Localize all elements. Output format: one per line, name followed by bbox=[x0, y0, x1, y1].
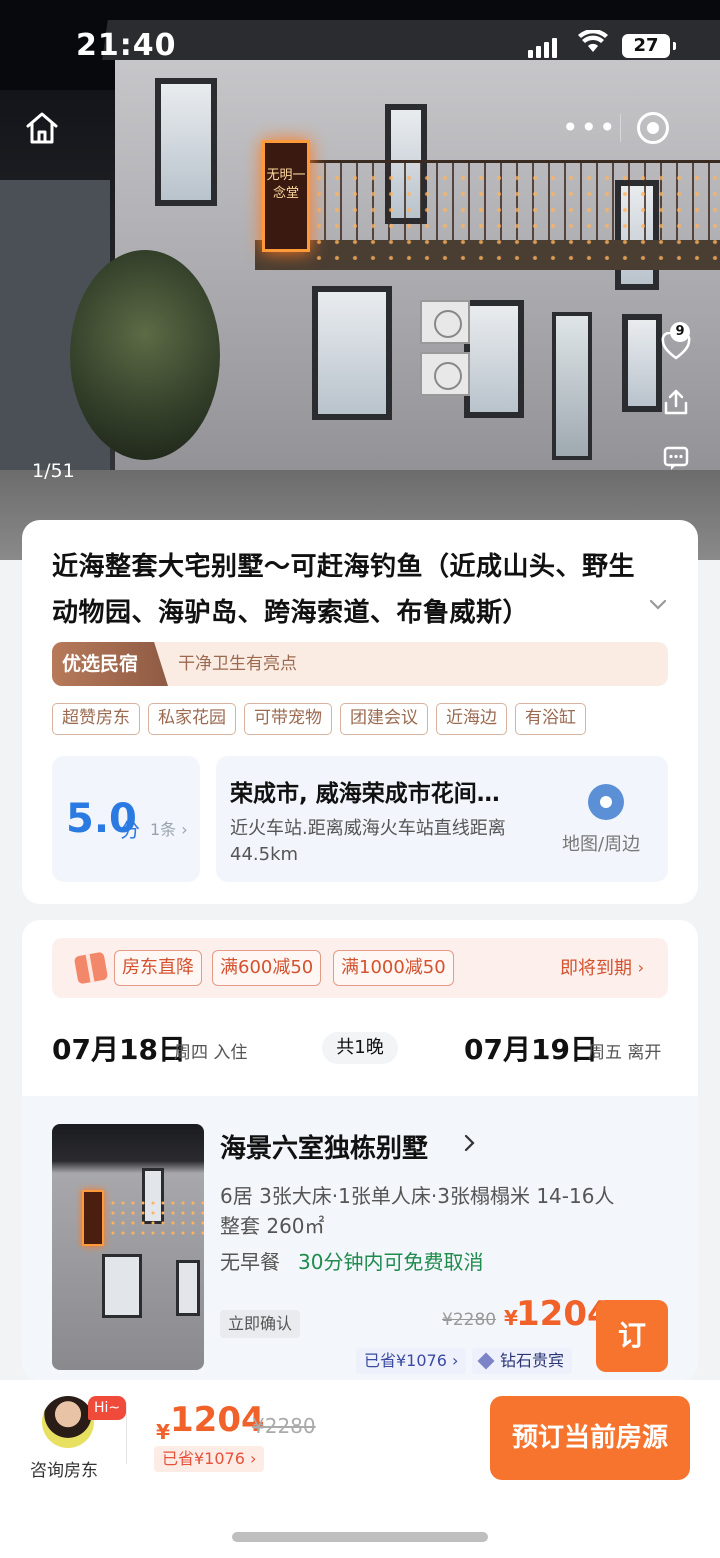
bottom-bar: Hi~ 咨询房东 ¥ 1204 ¥2280 已省¥1076 › 预订当前房源 bbox=[0, 1380, 720, 1558]
side-actions: 9 bbox=[656, 322, 700, 494]
room-spec: 6居 3张大床·1张单人床·3张榻榻米 14-16人 bbox=[220, 1184, 615, 1208]
instant-confirm-badge: 立即确认 bbox=[220, 1310, 301, 1338]
hi-badge: Hi~ bbox=[88, 1396, 127, 1420]
feature-tag: 可带宠物 bbox=[244, 703, 332, 735]
favorite-count: 9 bbox=[670, 322, 690, 342]
room-area: 整套 260㎡ bbox=[220, 1214, 325, 1238]
preferred-badge: 优选民宿 bbox=[52, 642, 168, 686]
chat-icon bbox=[663, 446, 689, 470]
signal-icon bbox=[528, 38, 557, 58]
home-button[interactable] bbox=[22, 108, 62, 148]
map-pin-icon bbox=[588, 784, 624, 820]
photo-ac-unit bbox=[420, 352, 470, 396]
location-box[interactable]: 荣成市, 威海荣成市花间… 近火车站.距离威海火车站直线距离44.5km 地图/… bbox=[216, 756, 668, 882]
room-original-price: ¥2280 bbox=[442, 1310, 497, 1330]
share-icon bbox=[664, 389, 688, 415]
status-bar: 21:40 27 bbox=[0, 0, 720, 96]
chevron-right-icon bbox=[464, 1134, 475, 1152]
photo-door bbox=[552, 312, 592, 460]
photo-window bbox=[102, 1254, 142, 1318]
checkout-date[interactable]: 07月19日 bbox=[464, 1028, 598, 1068]
share-button[interactable] bbox=[656, 382, 696, 422]
host-avatar[interactable] bbox=[42, 1396, 94, 1448]
message-button[interactable] bbox=[656, 438, 696, 478]
address-text: 荣成市, 威海荣成市花间… bbox=[230, 781, 500, 807]
listing-title[interactable]: 近海整套大宅别墅～可赶海钓鱼（近成山头、野生动物园、海驴岛、跨海索道、布鲁威斯） bbox=[52, 544, 642, 636]
photo-window bbox=[176, 1260, 200, 1316]
photo-window bbox=[155, 78, 217, 206]
total-price: 1204 bbox=[170, 1400, 265, 1440]
rating-unit: 分 bbox=[120, 818, 140, 842]
capsule-divider bbox=[620, 114, 621, 142]
photo-tree bbox=[70, 250, 220, 460]
favorite-button[interactable]: 9 bbox=[656, 322, 696, 366]
room-item[interactable]: 海景六室独栋别墅 6居 3张大床·1张单人床·3张榻榻米 14-16人 整套 2… bbox=[22, 1096, 698, 1380]
booking-card: 房东直降 满600减50 满1000减50 即将到期 › 07月18日 周四 入… bbox=[22, 920, 698, 1380]
feature-tag: 近海边 bbox=[436, 703, 507, 735]
rating-box[interactable]: 5.0 分 1条 › bbox=[52, 756, 200, 882]
photo-string-lights bbox=[310, 170, 720, 260]
home-indicator[interactable] bbox=[232, 1532, 488, 1542]
diamond-vip-badge: 钻石贵宾 bbox=[472, 1348, 573, 1374]
date-selector[interactable]: 07月18日 周四 入住 共1晚 07月19日 周五 离开 bbox=[52, 1028, 668, 1068]
more-button[interactable]: ••• bbox=[562, 114, 616, 142]
promo-expire[interactable]: 即将到期 bbox=[560, 954, 632, 980]
room-book-button[interactable]: 订 bbox=[596, 1300, 668, 1372]
promo-tag: 满1000减50 bbox=[333, 950, 454, 986]
room-saved-badge[interactable]: 已省¥1076 › bbox=[356, 1348, 467, 1374]
total-currency: ¥ bbox=[156, 1420, 170, 1444]
photo-sign-text: 无明一念堂 bbox=[266, 168, 306, 201]
promo-tag: 房东直降 bbox=[114, 950, 202, 986]
divider bbox=[126, 1402, 127, 1464]
promo-bar[interactable]: 房东直降 满600减50 满1000减50 即将到期 › bbox=[52, 938, 668, 998]
home-icon bbox=[26, 112, 58, 144]
checkin-week: 周四 入住 bbox=[174, 1043, 248, 1063]
distance-text: 近火车站.距离威海火车站直线距离44.5km bbox=[230, 818, 506, 865]
total-saved-badge[interactable]: 已省¥1076 › bbox=[154, 1446, 265, 1472]
room-thumbnail[interactable] bbox=[52, 1124, 204, 1370]
chevron-right-icon: › bbox=[637, 958, 644, 977]
listing-info-card: 近海整套大宅别墅～可赶海钓鱼（近成山头、野生动物园、海驴岛、跨海索道、布鲁威斯）… bbox=[22, 520, 698, 904]
checkin-date[interactable]: 07月18日 bbox=[52, 1028, 186, 1068]
room-meal: 无早餐 bbox=[220, 1250, 280, 1274]
map-link[interactable]: 地图/周边 bbox=[562, 830, 640, 856]
book-now-button[interactable]: 预订当前房源 bbox=[490, 1396, 690, 1480]
battery-icon: 27 bbox=[622, 34, 676, 58]
coupon-icon bbox=[73, 951, 109, 985]
feature-tag: 团建会议 bbox=[340, 703, 428, 735]
cancel-policy: 30分钟内可免费取消 bbox=[298, 1250, 484, 1274]
preferred-highlight: 干净卫生有亮点 bbox=[178, 654, 297, 674]
feature-tag: 超赞房东 bbox=[52, 703, 140, 735]
promo-tag: 满600减50 bbox=[212, 950, 322, 986]
nights-count: 共1晚 bbox=[322, 1032, 398, 1064]
chevron-down-icon[interactable] bbox=[646, 592, 670, 616]
close-miniapp-button[interactable] bbox=[637, 112, 669, 144]
photo-window bbox=[312, 286, 392, 420]
room-name[interactable]: 海景六室独栋别墅 bbox=[220, 1128, 428, 1165]
feature-tag: 有浴缸 bbox=[515, 703, 586, 735]
preferred-banner[interactable]: 优选民宿 干净卫生有亮点 bbox=[52, 642, 668, 686]
checkout-week: 周五 离开 bbox=[588, 1043, 662, 1063]
photo-sign bbox=[82, 1190, 104, 1246]
feature-tag: 私家花园 bbox=[148, 703, 236, 735]
photo-window bbox=[464, 300, 524, 418]
wifi-icon bbox=[578, 29, 608, 61]
review-count: 1条 › bbox=[150, 820, 188, 839]
photo-ac-unit bbox=[420, 300, 470, 344]
status-time: 21:40 bbox=[76, 28, 177, 63]
photo-counter: 1/51 bbox=[32, 460, 75, 482]
photo-string-lights bbox=[108, 1198, 204, 1238]
capsule-menu: ••• bbox=[562, 106, 682, 150]
total-original-price: ¥2280 bbox=[252, 1414, 316, 1438]
consult-host-button[interactable]: 咨询房东 bbox=[30, 1456, 98, 1481]
photo-sign: 无明一念堂 bbox=[262, 140, 310, 252]
feature-tags: 超赞房东 私家花园 可带宠物 团建会议 近海边 有浴缸 bbox=[52, 703, 586, 735]
